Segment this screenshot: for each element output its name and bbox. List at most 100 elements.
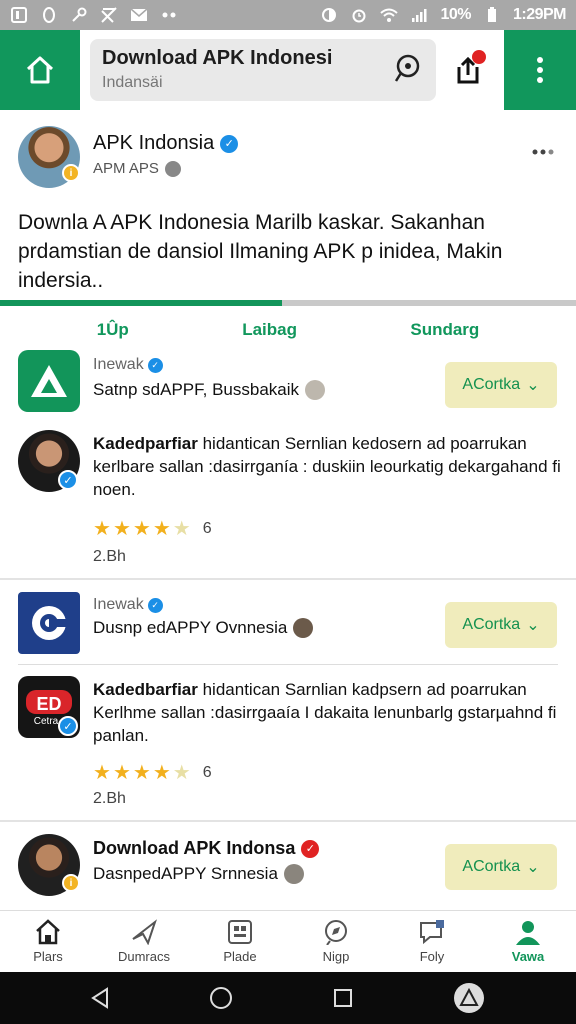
chevron-down-icon: ⌄ [526, 859, 540, 876]
emoji-icon [293, 618, 314, 638]
verified-icon: ✓ [58, 716, 78, 736]
review-author: Kadedbarfiar [93, 680, 198, 699]
profile-name: APK Indonsia [93, 132, 215, 154]
status-bar: 10% 1:29PM [0, 0, 576, 30]
back-icon[interactable] [90, 987, 110, 1009]
action-button[interactable]: ACortka ⌄ [445, 362, 557, 408]
system-navigation [0, 972, 576, 1024]
star-icon: ★ [152, 518, 171, 540]
divider [18, 664, 558, 665]
tab-bar: 1Ûp Laibag Sundarg [0, 312, 576, 348]
list-item[interactable]: i Download APK Indonsa ✓ DasnpedAPPY Srn… [0, 832, 576, 902]
nav-item-messages[interactable]: Foly [384, 911, 480, 972]
compass-icon [325, 920, 347, 945]
assist-icon[interactable] [452, 981, 486, 1015]
app-bar: Download APK Indonesi Indansäi [0, 30, 576, 110]
wifi-icon [380, 6, 399, 24]
star-icon: ★ [132, 762, 151, 784]
publisher-name: Inewak [93, 356, 144, 373]
no-signal-icon [100, 6, 118, 24]
nav-item-home[interactable]: Plars [0, 911, 96, 972]
app-desc: DasnpedAPPY Srnnesia [93, 864, 278, 883]
more-options-icon[interactable] [532, 142, 554, 160]
send-icon [132, 919, 157, 945]
review-meta: 2.Bh [93, 790, 126, 807]
review-meta: 2.Bh [93, 548, 126, 565]
notification-dot [472, 50, 486, 64]
bottom-navigation: Plars Dumracs Plade Nigp Foly Vawa [0, 910, 576, 972]
nav-item-explore[interactable]: Nigp [288, 911, 384, 972]
svg-text:ED: ED [36, 694, 61, 714]
emoji-icon [305, 380, 326, 400]
verified-icon: ✓ [301, 839, 320, 858]
review-author: Kadedparfiar [93, 434, 198, 453]
person-icon [516, 921, 540, 945]
star-icon: ★ [152, 762, 171, 784]
tab-indicator [0, 300, 576, 306]
rating-count: 6 [202, 519, 212, 537]
app-logo-icon [18, 592, 80, 654]
profile-handle: APM APS [93, 160, 159, 177]
star-icon: ★ [93, 762, 111, 784]
verified-icon: ✓ [147, 597, 163, 613]
tab-2[interactable]: Laibag [242, 320, 297, 340]
key-icon [70, 6, 88, 24]
home-icon [26, 56, 54, 84]
profile-description: Downla A APK Indonesia Marilb kaskar. Sa… [18, 211, 503, 292]
action-button[interactable]: ACortka ⌄ [445, 844, 557, 890]
app-desc: Dusnp edAPPY Ovnnesia [93, 618, 288, 637]
do-not-disturb-icon [320, 6, 338, 24]
alarm-icon [350, 6, 368, 24]
svg-text:Cetra: Cetra [34, 716, 59, 727]
app-logo-icon [18, 350, 80, 412]
more-vertical-icon [537, 57, 543, 83]
home-icon [36, 919, 60, 945]
app-bar-title: Download APK Indonesi [102, 47, 333, 69]
star-icon: ★ [132, 518, 151, 540]
recents-icon[interactable] [333, 988, 353, 1008]
search-bar[interactable]: Download APK Indonesi Indansäi [90, 39, 436, 101]
nav-item-profile[interactable]: Vawa [480, 911, 576, 972]
nav-item-grid[interactable]: Plade [192, 911, 288, 972]
battery-level: 10% [440, 6, 471, 23]
grid-icon [228, 920, 252, 944]
star-half-icon: ★ [172, 762, 191, 784]
divider [0, 820, 576, 822]
home-circle-icon[interactable] [209, 986, 233, 1010]
chevron-down-icon: ⌄ [526, 377, 540, 394]
star-icon: ★ [112, 518, 131, 540]
chat-icon [420, 920, 444, 945]
gallery-icon [10, 6, 28, 24]
profile-header: i APK Indonsia ✓ APM APS Downla A APK In… [0, 120, 576, 300]
star-icon: ★ [112, 762, 131, 784]
more-notifications-icon [160, 6, 178, 24]
overflow-menu-button[interactable] [504, 30, 576, 110]
battery-icon [483, 6, 501, 24]
chat-search-icon[interactable] [392, 53, 422, 90]
tab-3[interactable]: Sundarg [410, 320, 479, 340]
clock: 1:29PM [512, 6, 567, 23]
shield-icon [40, 6, 58, 24]
star-rating: ★ ★ ★ ★ ★ 6 [93, 760, 212, 785]
signal-icon [410, 6, 428, 24]
emoji-icon [283, 864, 304, 884]
action-button[interactable]: ACortka ⌄ [445, 602, 557, 648]
chevron-down-icon: ⌄ [526, 617, 540, 634]
share-button[interactable] [446, 48, 490, 92]
verified-icon: ✓ [58, 470, 78, 490]
tab-1[interactable]: 1Ûp [97, 320, 129, 340]
publisher-name: Inewak [93, 596, 144, 613]
nav-item-send[interactable]: Dumracs [96, 911, 192, 972]
star-rating: ★ ★ ★ ★ ★ 6 [93, 516, 212, 541]
verified-icon: ✓ [220, 134, 239, 153]
divider [0, 578, 576, 580]
info-badge-icon: i [62, 164, 80, 182]
publisher-name: Download APK Indonsa [93, 838, 296, 858]
verified-icon: ✓ [147, 357, 163, 373]
list-item[interactable]: Inewak ✓ Dusnp edAPPY Ovnnesia ACortka ⌄ [0, 590, 576, 660]
list-item[interactable]: Inewak ✓ Satnp sdAPPF, Bussbakaik ACortk… [0, 350, 576, 420]
rating-count: 6 [202, 763, 212, 781]
home-button[interactable] [0, 30, 80, 110]
star-half-icon: ★ [172, 518, 191, 540]
app-bar-subtitle: Indansäi [102, 74, 163, 91]
